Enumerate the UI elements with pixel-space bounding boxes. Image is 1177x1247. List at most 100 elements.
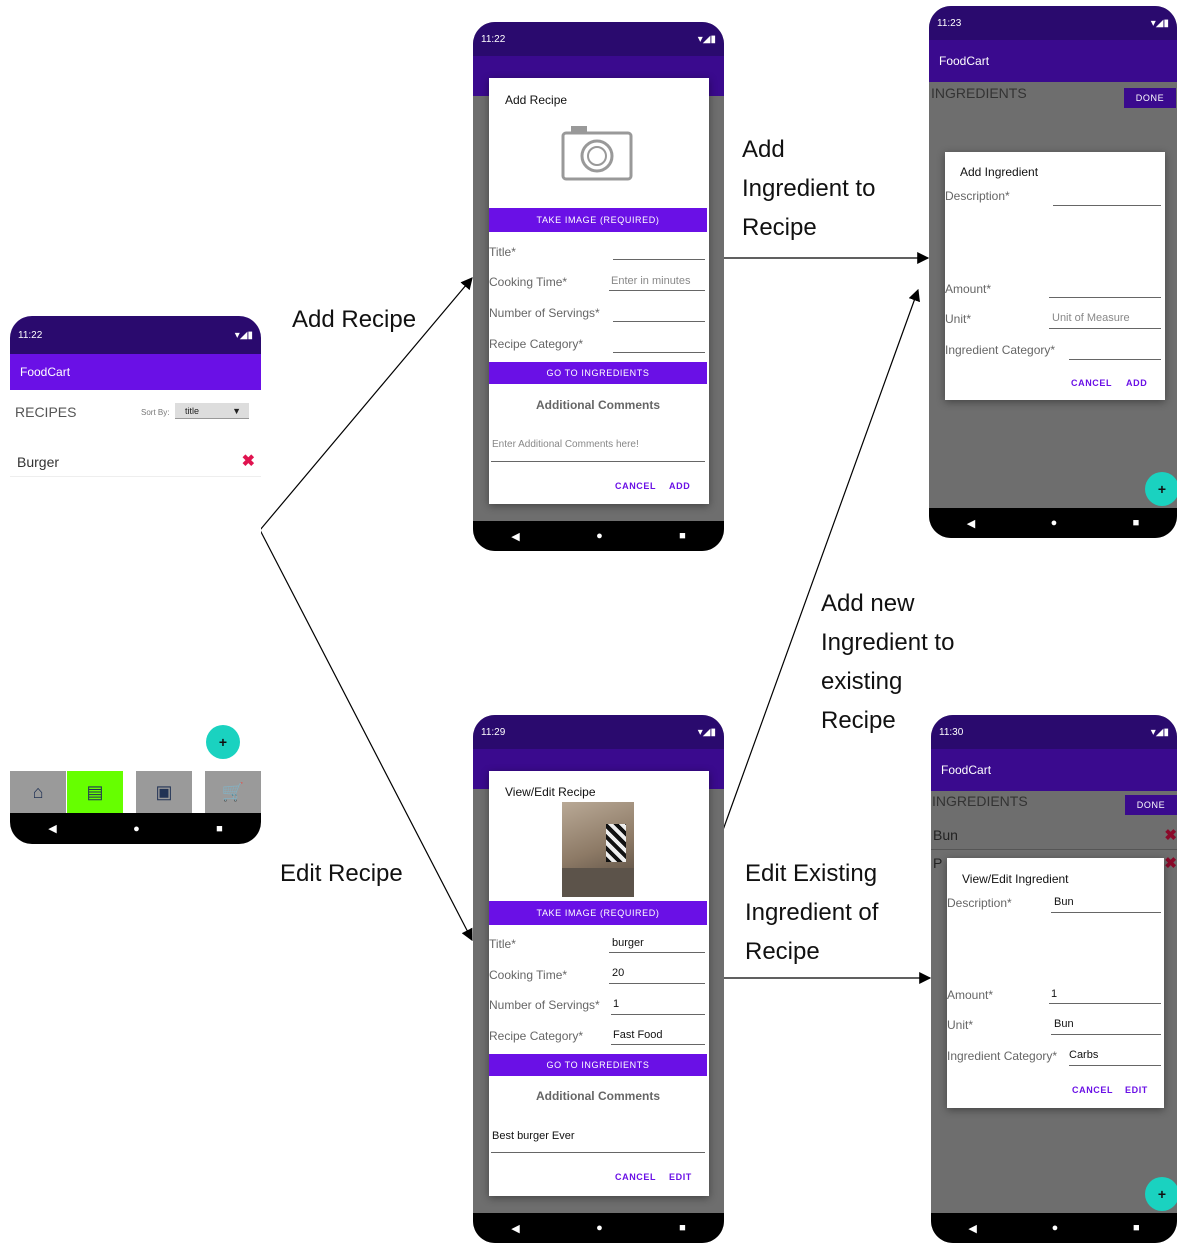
- back-icon[interactable]: ◀: [48, 822, 56, 835]
- recipe-name: Burger: [17, 454, 60, 470]
- servings-field[interactable]: 1: [613, 998, 619, 1010]
- recents-icon[interactable]: ■: [679, 1222, 686, 1234]
- cancel-button[interactable]: CANCEL: [1071, 378, 1112, 388]
- recents-icon[interactable]: ■: [1133, 517, 1140, 529]
- delete-icon[interactable]: ✖: [1164, 854, 1177, 872]
- back-icon[interactable]: ◀: [511, 530, 519, 543]
- home-icon[interactable]: ●: [596, 1222, 603, 1234]
- add-button[interactable]: ADD: [1126, 378, 1147, 388]
- go-to-ingredients-button[interactable]: GO TO INGREDIENTS: [489, 1054, 707, 1076]
- status-bar: 11:23 ▾◢▮: [929, 6, 1177, 40]
- comments-title: Additional Comments: [535, 398, 660, 412]
- status-time: 11:23: [937, 17, 962, 29]
- cancel-button[interactable]: CANCEL: [615, 1172, 656, 1182]
- description-label: Description*: [947, 896, 1012, 910]
- cooking-time-label: Cooking Time*: [489, 968, 568, 982]
- servings-underline: [611, 1014, 705, 1015]
- status-bar: 11:29 ▾◢▮: [473, 715, 724, 749]
- ingredient-list-item[interactable]: Bun ✖: [931, 823, 1177, 850]
- amount-field[interactable]: [1049, 297, 1161, 298]
- chevron-down-icon: ▼: [232, 406, 241, 416]
- ingredient-category-label: Ingredient Category*: [947, 1049, 1058, 1063]
- sort-label: Sort By:: [141, 408, 170, 417]
- phone-edit-ingredient: 11:30 ▾◢▮ FoodCart INGREDIENTS DONE Bun …: [931, 715, 1177, 1243]
- edit-ingredient-dialog: View/Edit Ingredient Description* Bun Am…: [947, 858, 1164, 1108]
- nav-home-button[interactable]: ⌂: [10, 771, 66, 813]
- cooking-time-field[interactable]: Enter in minutes: [611, 275, 690, 287]
- description-field[interactable]: [1053, 205, 1161, 206]
- sort-dropdown[interactable]: title ▼: [175, 403, 249, 419]
- comments-field[interactable]: Enter Additional Comments here!: [492, 439, 639, 450]
- recents-icon[interactable]: ■: [216, 823, 223, 835]
- title-label: Title*: [489, 245, 516, 259]
- add-recipe-dialog: Add Recipe TAKE IMAGE (REQUIRED) Title* …: [489, 78, 709, 504]
- add-ingredient-fab[interactable]: +: [1145, 1177, 1177, 1211]
- ingredient-category-field[interactable]: Carbs: [1069, 1049, 1098, 1061]
- edit-button[interactable]: EDIT: [1125, 1085, 1148, 1095]
- label-edit-recipe: Edit Recipe: [280, 860, 403, 887]
- add-button[interactable]: ADD: [669, 481, 690, 491]
- amount-field[interactable]: 1: [1051, 988, 1057, 1000]
- add-recipe-fab[interactable]: +: [206, 725, 240, 759]
- bottom-nav: ⌂ ▤ ▣ 🛒: [10, 771, 261, 813]
- home-icon[interactable]: ●: [596, 530, 603, 542]
- delete-icon[interactable]: ✖: [242, 451, 255, 471]
- cooking-time-field[interactable]: 20: [612, 967, 624, 979]
- app-title: FoodCart: [941, 763, 992, 777]
- go-to-ingredients-button[interactable]: GO TO INGREDIENTS: [489, 362, 707, 384]
- category-field[interactable]: [613, 352, 705, 353]
- ingredient-category-label: Ingredient Category*: [945, 343, 1056, 357]
- nav-cart-button[interactable]: 🛒: [205, 771, 261, 813]
- camera-icon[interactable]: [561, 123, 633, 181]
- done-button[interactable]: DONE: [1124, 88, 1176, 108]
- category-field[interactable]: Fast Food: [613, 1029, 663, 1041]
- ingredient-name: Bun: [933, 827, 958, 843]
- cancel-button[interactable]: CANCEL: [615, 481, 656, 491]
- recents-icon[interactable]: ■: [679, 530, 686, 542]
- signal-battery-icon: ▾◢▮: [697, 33, 716, 45]
- arrow-add-new-ingredient: [722, 288, 920, 831]
- back-icon[interactable]: ◀: [511, 1222, 519, 1235]
- title-field[interactable]: [613, 259, 705, 260]
- done-button[interactable]: DONE: [1125, 795, 1177, 815]
- unit-field[interactable]: Unit of Measure: [1052, 312, 1130, 324]
- sort-value: title: [185, 406, 200, 416]
- ingredient-category-field[interactable]: [1069, 359, 1161, 360]
- app-title: FoodCart: [20, 365, 71, 379]
- add-ingredient-fab[interactable]: +: [1145, 472, 1177, 506]
- unit-field[interactable]: Bun: [1054, 1018, 1074, 1030]
- recipe-list-item[interactable]: Burger ✖: [10, 446, 261, 477]
- servings-field[interactable]: [613, 321, 705, 322]
- edit-recipe-dialog: View/Edit Recipe TAKE IMAGE (REQUIRED) T…: [489, 771, 709, 1196]
- amount-label: Amount*: [947, 988, 994, 1002]
- home-icon[interactable]: ●: [133, 823, 140, 835]
- amount-label: Amount*: [945, 282, 992, 296]
- category-label: Recipe Category*: [489, 1029, 584, 1043]
- title-field[interactable]: burger: [612, 937, 644, 949]
- recipe-photo[interactable]: [562, 802, 634, 897]
- description-field[interactable]: Bun: [1054, 896, 1074, 908]
- ingredient-name: P: [933, 855, 943, 871]
- nav-meal-plan-button[interactable]: ▣: [136, 771, 192, 813]
- app-bar: FoodCart: [10, 354, 261, 390]
- take-image-button[interactable]: TAKE IMAGE (REQUIRED): [489, 208, 707, 232]
- comments-underline: [491, 461, 705, 462]
- signal-battery-icon: ▾◢▮: [1150, 17, 1169, 29]
- back-icon[interactable]: ◀: [968, 1222, 976, 1235]
- add-ingredient-dialog: Add Ingredient Description* Amount* Unit…: [945, 152, 1165, 400]
- phone-recipes-list: 11:22 ▾◢▮ FoodCart RECIPES Sort By: titl…: [10, 316, 261, 844]
- home-icon[interactable]: ●: [1052, 1222, 1059, 1234]
- delete-icon[interactable]: ✖: [1164, 826, 1177, 844]
- cancel-button[interactable]: CANCEL: [1072, 1085, 1113, 1095]
- edit-button[interactable]: EDIT: [669, 1172, 692, 1182]
- unit-label: Unit*: [947, 1018, 974, 1032]
- recents-icon[interactable]: ■: [1133, 1222, 1140, 1234]
- app-bar: FoodCart: [929, 40, 1177, 82]
- home-icon[interactable]: ●: [1051, 517, 1058, 529]
- nav-recipes-button[interactable]: ▤: [67, 771, 123, 813]
- comments-field[interactable]: Best burger Ever: [492, 1130, 575, 1142]
- section-title: INGREDIENTS: [932, 793, 1028, 809]
- take-image-button[interactable]: TAKE IMAGE (REQUIRED): [489, 901, 707, 925]
- status-time: 11:30: [939, 726, 964, 738]
- back-icon[interactable]: ◀: [967, 517, 975, 530]
